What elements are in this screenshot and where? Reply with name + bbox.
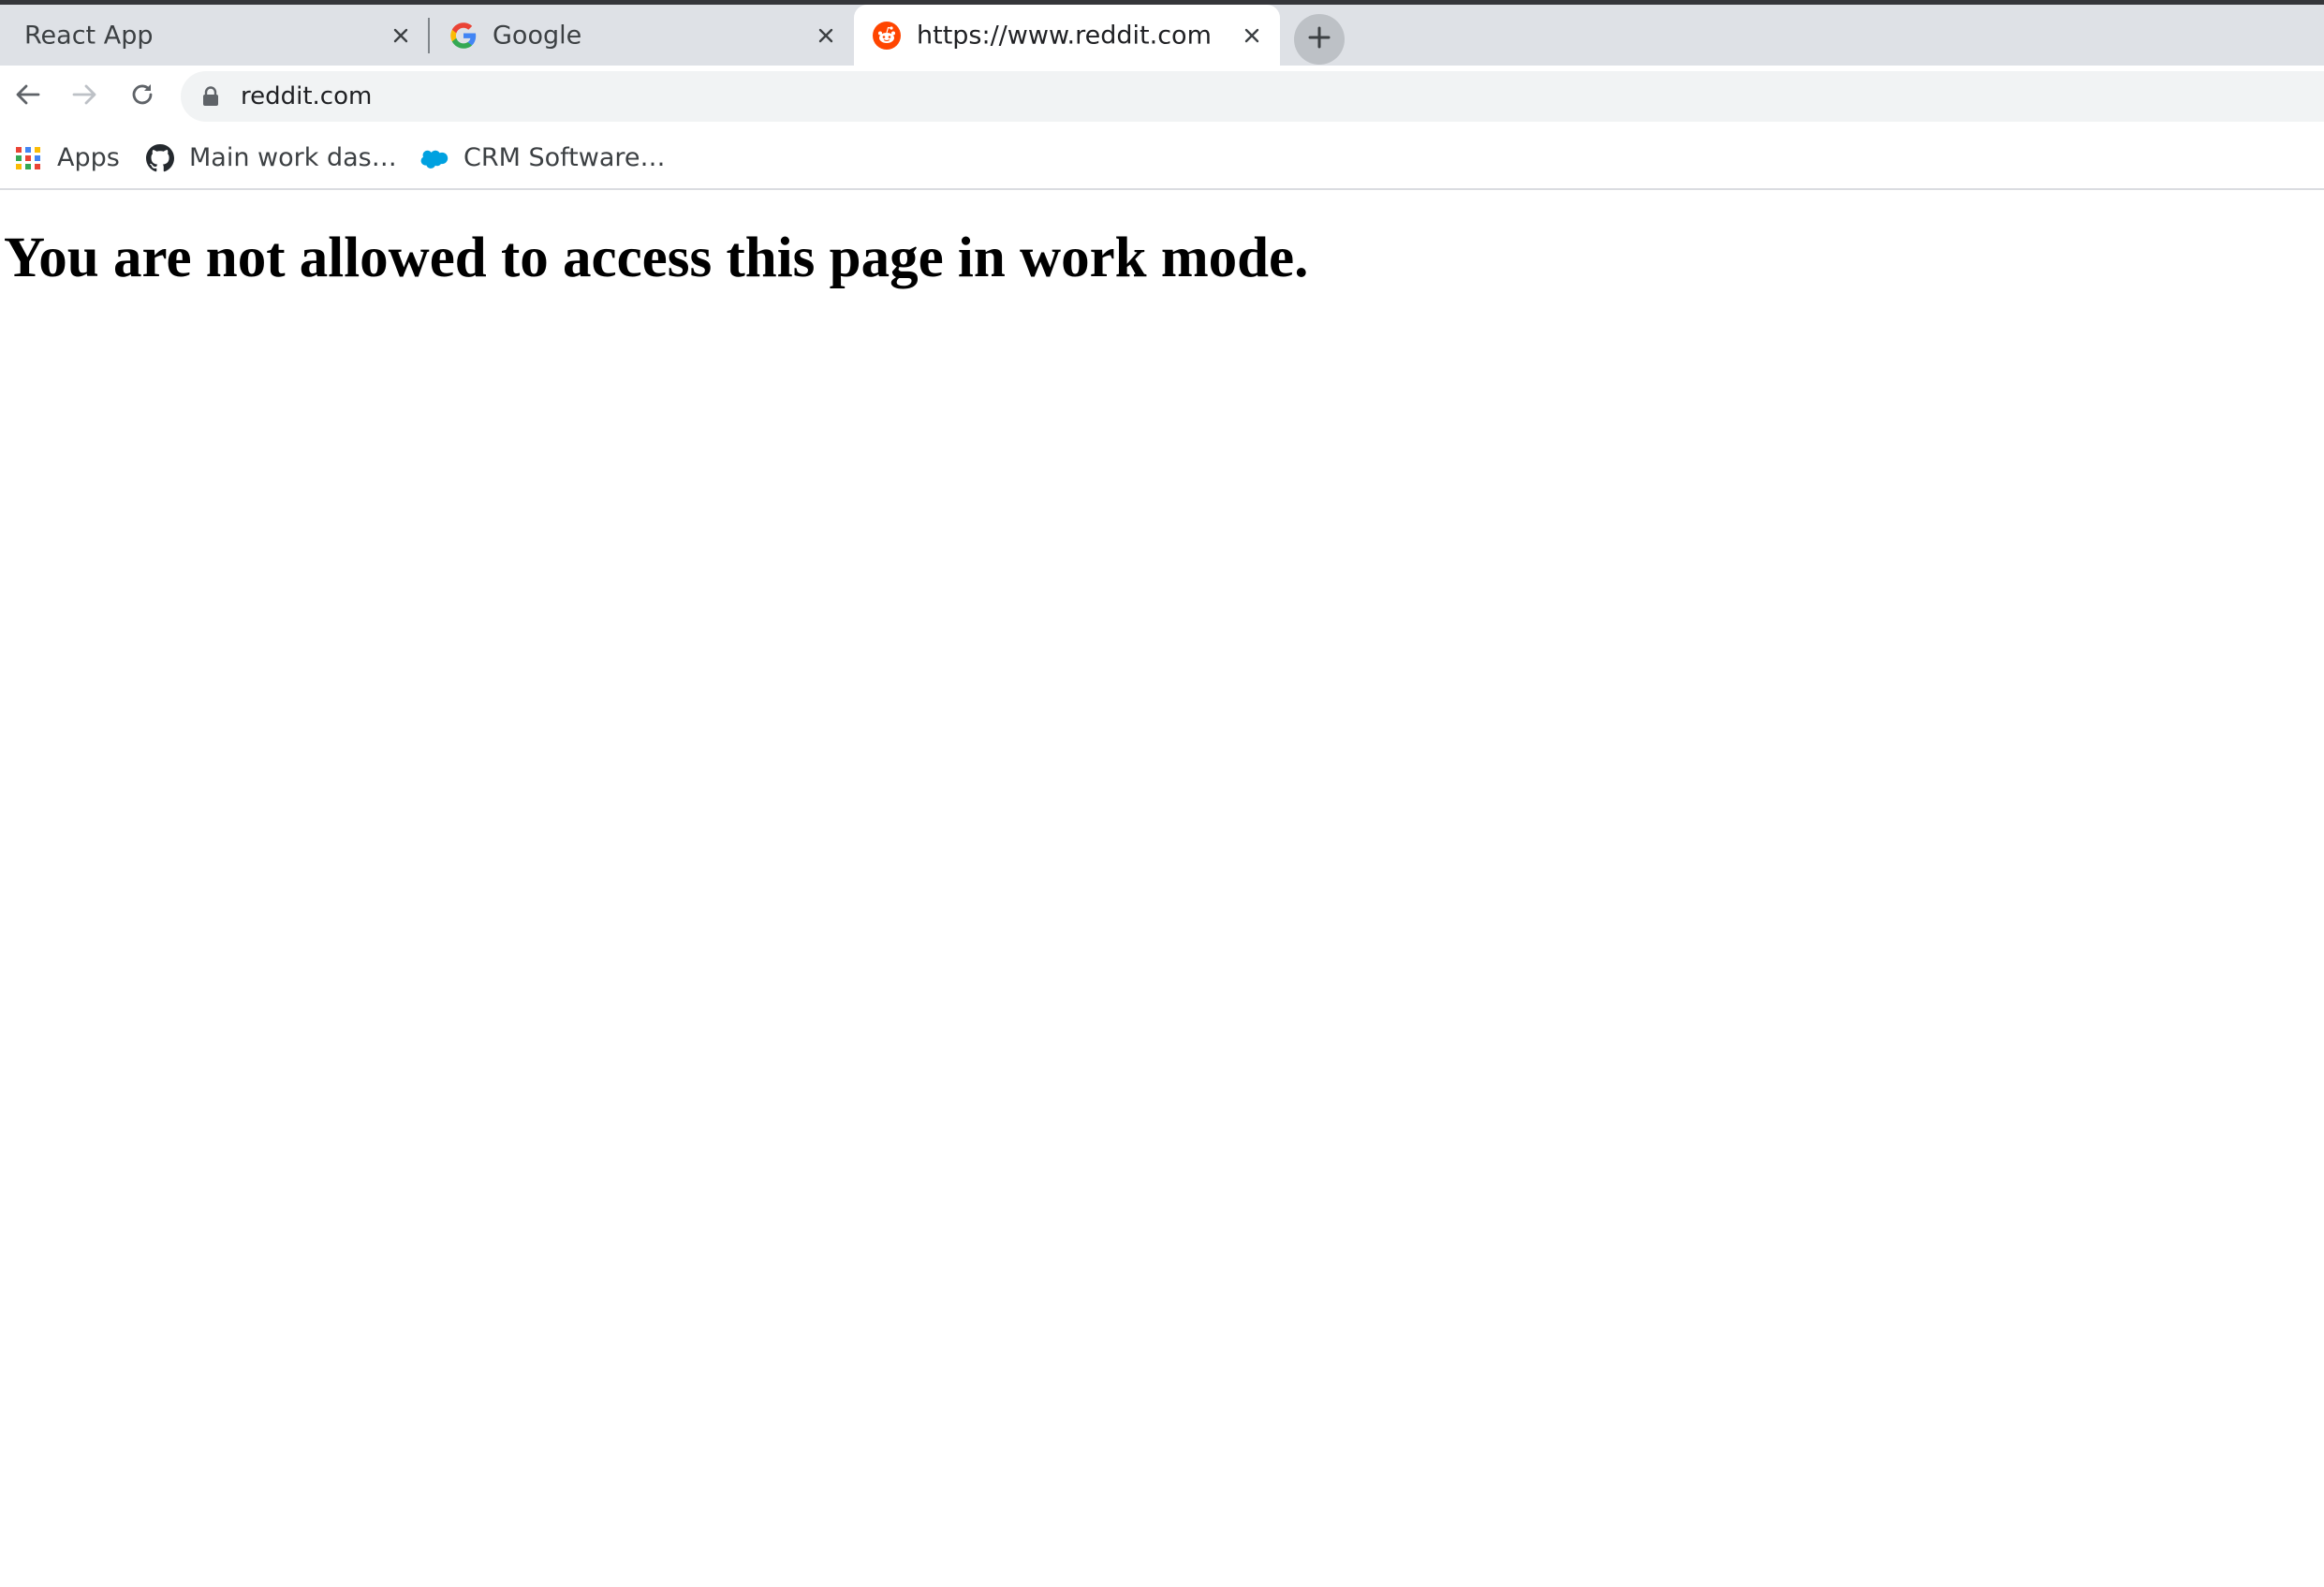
- bookmark-label: Main work das…: [189, 143, 397, 172]
- browser-toolbar: reddit.com: [0, 66, 2324, 127]
- google-icon: [449, 22, 478, 50]
- plus-icon: [1306, 24, 1332, 54]
- tab-google[interactable]: Google: [431, 5, 852, 66]
- back-button[interactable]: [11, 80, 45, 113]
- close-icon[interactable]: [812, 22, 840, 50]
- tab-strip: React App Google https://www.reddit.com: [0, 5, 2324, 66]
- bookmark-label: Apps: [57, 143, 120, 172]
- new-tab-button[interactable]: [1294, 14, 1345, 65]
- bookmark-label: CRM Software…: [463, 143, 666, 172]
- close-icon[interactable]: [1238, 22, 1266, 50]
- reddit-icon: [873, 21, 901, 50]
- bookmark-main-work-dashboard[interactable]: Main work das…: [146, 127, 397, 188]
- url-text[interactable]: reddit.com: [241, 82, 372, 110]
- reload-button[interactable]: [125, 80, 159, 113]
- arrow-left-icon: [14, 81, 42, 112]
- tab-title: https://www.reddit.com: [917, 21, 1212, 50]
- tab-divider: [428, 18, 430, 53]
- bookmark-crm-software[interactable]: CRM Software…: [420, 127, 666, 188]
- tab-title: React App: [24, 21, 154, 50]
- tab-react-app[interactable]: React App: [0, 5, 426, 66]
- access-denied-heading: You are not allowed to access this page …: [4, 227, 1309, 289]
- tab-title: Google: [493, 21, 582, 50]
- page-content: You are not allowed to access this page …: [0, 190, 2324, 1587]
- browser-window: React App Google https://www.reddit.com …: [0, 0, 2324, 1587]
- bookmarks-bar: Apps Main work das… CRM Software…: [0, 127, 2324, 190]
- close-icon[interactable]: [387, 22, 415, 50]
- reload-icon: [128, 81, 156, 112]
- tab-reddit[interactable]: https://www.reddit.com: [854, 5, 1280, 66]
- github-icon: [146, 143, 174, 172]
- arrow-right-icon: [70, 81, 98, 112]
- forward-button[interactable]: [67, 80, 101, 113]
- address-bar[interactable]: reddit.com: [181, 71, 2324, 122]
- apps-grid-icon: [14, 144, 42, 172]
- salesforce-cloud-icon: [420, 144, 449, 172]
- bookmark-apps[interactable]: Apps: [14, 127, 120, 188]
- lock-icon[interactable]: [201, 86, 220, 107]
